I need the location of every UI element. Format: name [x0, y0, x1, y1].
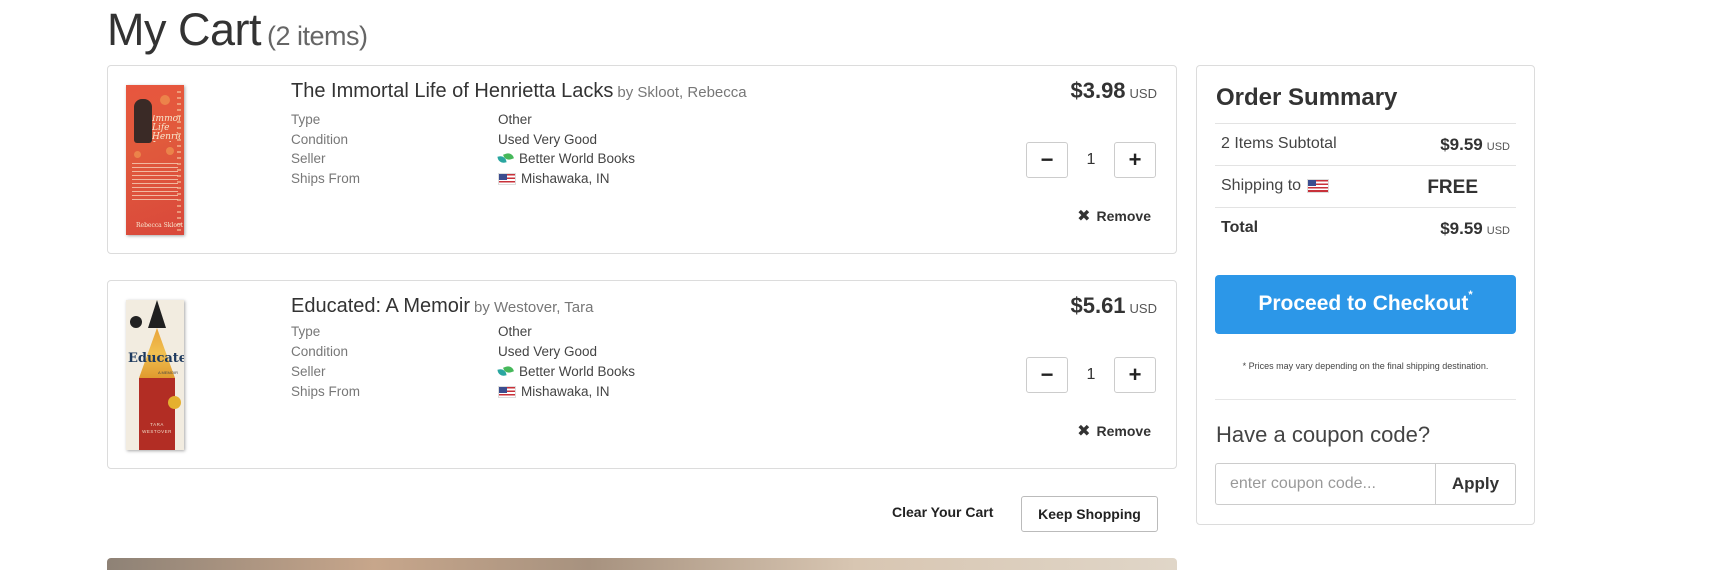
clear-cart-link[interactable]: Clear Your Cart [892, 504, 993, 520]
ships-from-text: Mishawaka, IN [521, 384, 610, 399]
remove-item-button[interactable]: ✖ Remove [1077, 206, 1151, 226]
condition-label: Condition [291, 344, 349, 359]
ships-from-label: Ships From [291, 384, 361, 399]
total-label: Total [1221, 219, 1259, 236]
type-value-text: Other [498, 112, 532, 127]
shipping-row: Shipping to FREE [1215, 165, 1516, 207]
seller-name[interactable]: Better World Books [519, 151, 635, 166]
type-value-text: Other [498, 324, 532, 339]
cover-title-text: Immortal Life Henrietta Lacks [152, 115, 180, 142]
better-world-books-icon [498, 366, 514, 377]
promo-banner-image[interactable] [107, 558, 1177, 570]
seller-label: Seller [291, 364, 326, 379]
ships-from-value: Mishawaka, IN [498, 384, 610, 399]
item-price: $5.61 USD [1070, 293, 1157, 319]
cover-title-text: Educated [128, 351, 184, 366]
item-price: $3.98 USD [1070, 78, 1157, 104]
subtotal-value: $9.59 USD [1440, 135, 1510, 155]
us-flag-icon[interactable] [1307, 179, 1330, 193]
us-flag-icon [498, 172, 516, 185]
item-price-value: $5.61 [1070, 293, 1126, 318]
currency-label: USD [1129, 86, 1157, 101]
plus-icon: + [1128, 362, 1142, 387]
minus-icon: − [1040, 362, 1054, 387]
ships-from-value: Mishawaka, IN [498, 171, 610, 186]
currency-label: USD [1486, 225, 1510, 237]
checkout-footnote-mark: * [1468, 289, 1473, 301]
shipping-value: FREE [1427, 177, 1478, 198]
quantity-increase-button[interactable]: + [1114, 357, 1156, 393]
condition-value: Used Very Good [498, 132, 597, 147]
item-title: Educated: A Memoir by Westover, Tara [291, 295, 594, 318]
price-disclaimer: * Prices may vary depending on the final… [1242, 361, 1489, 371]
quantity-value: 1 [1086, 151, 1096, 168]
cart-item: Educated A MEMOIR TARA WESTOVER Educated… [107, 280, 1177, 469]
item-author: by Westover, Tara [473, 299, 594, 316]
shipping-label-text: Shipping to [1221, 177, 1302, 194]
proceed-to-checkout-button[interactable]: Proceed to Checkout* [1215, 275, 1516, 334]
quantity-increase-button[interactable]: + [1114, 142, 1156, 178]
total-value: $9.59 USD [1440, 219, 1510, 239]
order-summary-panel: Order Summary 2 Items Subtotal $9.59 USD … [1196, 65, 1535, 525]
total-amount: $9.59 [1440, 219, 1483, 238]
checkout-label: Proceed to Checkout [1258, 292, 1469, 315]
cover-author-text: TARA WESTOVER [142, 422, 172, 434]
keep-shopping-button[interactable]: Keep Shopping [1021, 496, 1158, 532]
book-cover-image[interactable]: Educated A MEMOIR TARA WESTOVER [126, 300, 184, 450]
subtotal-row: 2 Items Subtotal $9.59 USD [1215, 123, 1516, 165]
type-label: Type [291, 112, 321, 127]
quantity-decrease-button[interactable]: − [1026, 142, 1068, 178]
divider [1215, 399, 1516, 400]
book-cover-image[interactable]: Immortal Life Henrietta Lacks Rebecca Sk… [126, 85, 184, 235]
seller-name[interactable]: Better World Books [519, 364, 635, 379]
item-author: by Skloot, Rebecca [617, 84, 747, 101]
cover-subtitle-text: A MEMOIR [157, 370, 178, 375]
coupon-code-input[interactable] [1215, 463, 1435, 505]
minus-icon: − [1040, 147, 1054, 172]
close-icon: ✖ [1077, 423, 1091, 440]
remove-item-button[interactable]: ✖ Remove [1077, 421, 1151, 441]
item-title-link[interactable]: Educated: A Memoir [291, 295, 470, 317]
plus-icon: + [1128, 147, 1142, 172]
coupon-heading: Have a coupon code? [1216, 422, 1431, 447]
cart-item: Immortal Life Henrietta Lacks Rebecca Sk… [107, 65, 1177, 254]
apply-coupon-button[interactable]: Apply [1435, 463, 1516, 505]
ships-from-text: Mishawaka, IN [521, 171, 610, 186]
type-value: Other [498, 112, 532, 127]
type-value: Other [498, 324, 532, 339]
ships-from-label: Ships From [291, 171, 361, 186]
item-price-value: $3.98 [1070, 78, 1126, 103]
type-label: Type [291, 324, 321, 339]
condition-value-text: Used Very Good [498, 344, 598, 359]
shipping-label: Shipping to [1221, 177, 1330, 195]
total-row: Total $9.59 USD [1215, 207, 1516, 249]
quantity-value: 1 [1086, 366, 1096, 383]
quantity-decrease-button[interactable]: − [1026, 357, 1068, 393]
seller-value: Better World Books [498, 151, 635, 166]
subtotal-label: 2 Items Subtotal [1221, 135, 1337, 152]
condition-value: Used Very Good [498, 344, 597, 359]
page-title: My Cart (2 items) [107, 4, 368, 56]
currency-label: USD [1486, 141, 1510, 153]
cover-author-text: Rebecca Skloot [136, 222, 183, 229]
remove-label: Remove [1096, 208, 1151, 224]
condition-value-text: Used Very Good [498, 132, 598, 147]
better-world-books-icon [498, 153, 514, 164]
close-icon: ✖ [1077, 208, 1091, 225]
order-summary-title: Order Summary [1216, 84, 1398, 111]
cart-item-count: (2 items) [267, 21, 368, 51]
subtotal-amount: $9.59 [1440, 135, 1483, 154]
us-flag-icon [498, 385, 516, 398]
remove-label: Remove [1096, 423, 1151, 439]
page-title-text: My Cart [107, 4, 262, 55]
currency-label: USD [1129, 301, 1157, 316]
item-title-link[interactable]: The Immortal Life of Henrietta Lacks [291, 80, 613, 102]
seller-label: Seller [291, 151, 326, 166]
condition-label: Condition [291, 132, 349, 147]
item-title: The Immortal Life of Henrietta Lacks by S… [291, 80, 747, 103]
seller-value: Better World Books [498, 364, 635, 379]
